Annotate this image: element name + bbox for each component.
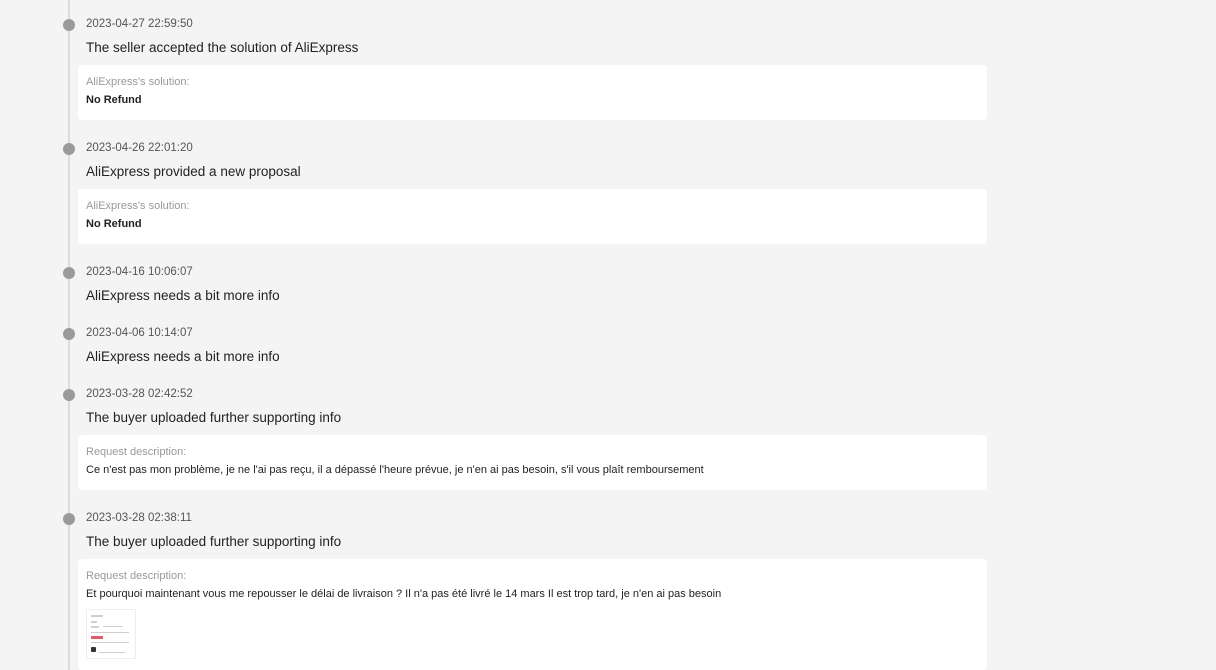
event-title: The buyer uploaded further supporting in…: [86, 534, 342, 549]
event-timestamp: 2023-04-16 10:06:07: [86, 266, 193, 278]
timeline-dot: [63, 19, 75, 31]
timeline-dot: [63, 267, 75, 279]
timeline-dot: [63, 328, 75, 340]
event-title: AliExpress needs a bit more info: [86, 288, 280, 303]
solution-value: No Refund: [86, 94, 142, 106]
attachment-thumbnail[interactable]: [86, 609, 136, 659]
timeline-dot: [63, 513, 75, 525]
event-title: AliExpress provided a new proposal: [86, 164, 301, 179]
event-timestamp: 2023-04-27 22:59:50: [86, 18, 193, 30]
timeline-dot: [63, 389, 75, 401]
event-timestamp: 2023-04-06 10:14:07: [86, 327, 193, 339]
event-title: AliExpress needs a bit more info: [86, 349, 280, 364]
solution-value: No Refund: [86, 218, 142, 230]
event-timestamp: 2023-03-28 02:38:11: [86, 512, 192, 524]
request-description-card: Request description: Ce n'est pas mon pr…: [78, 435, 987, 490]
solution-label: AliExpress's solution:: [86, 200, 190, 212]
event-timestamp: 2023-03-28 02:42:52: [86, 388, 193, 400]
timeline-dot: [63, 143, 75, 155]
event-title: The buyer uploaded further supporting in…: [86, 410, 342, 425]
dispute-timeline: 2023-04-27 22:59:50 The seller accepted …: [0, 0, 1216, 670]
request-description-label: Request description:: [86, 446, 187, 458]
event-title: The seller accepted the solution of AliE…: [86, 40, 359, 55]
solution-card: AliExpress's solution: No Refund: [78, 65, 987, 120]
solution-card: AliExpress's solution: No Refund: [78, 189, 987, 244]
request-description-label: Request description:: [86, 570, 187, 582]
request-description-text: Ce n'est pas mon problème, je ne l'ai pa…: [86, 464, 704, 476]
request-description-card: Request description: Et pourquoi mainten…: [78, 559, 987, 670]
request-description-text: Et pourquoi maintenant vous me repousser…: [86, 588, 722, 600]
event-timestamp: 2023-04-26 22:01:20: [86, 142, 193, 154]
solution-label: AliExpress's solution:: [86, 76, 190, 88]
